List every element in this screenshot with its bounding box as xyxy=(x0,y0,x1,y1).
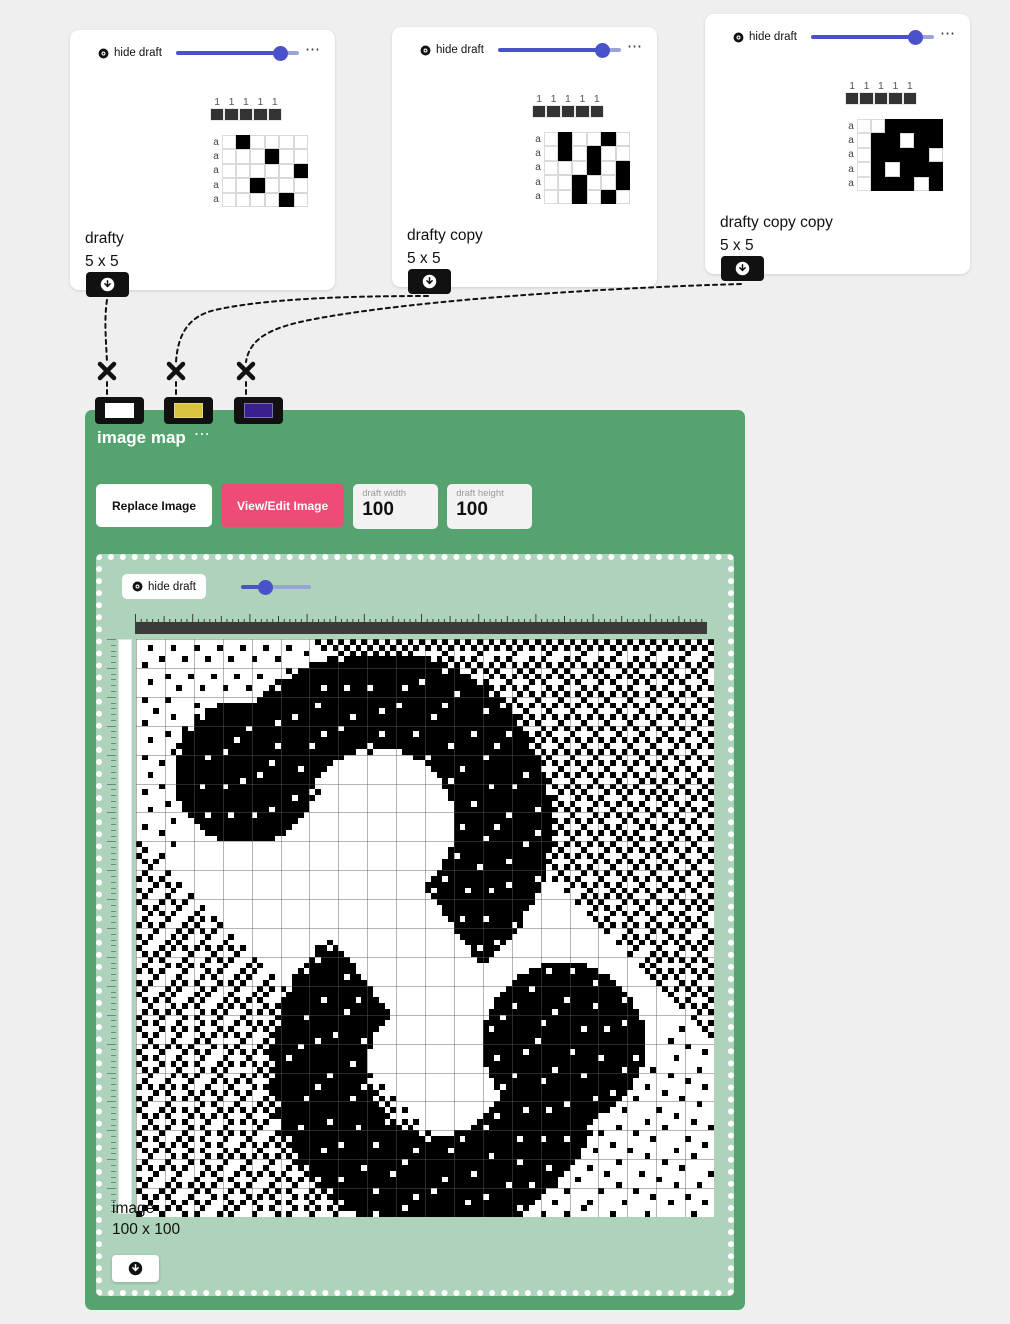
panel-header: image map ⋯ xyxy=(97,426,211,448)
draft-card-drafty[interactable]: hide draft ⋯ 11111 aaaaa drafty 5 x 5 xyxy=(70,30,335,297)
zoom-slider[interactable] xyxy=(497,42,621,58)
image-draft-grid[interactable] xyxy=(136,639,714,1217)
shaft-label-column: aaaaa xyxy=(845,119,871,191)
treadling-column[interactable] xyxy=(106,639,132,1214)
image-size: 100 x 100 xyxy=(112,1221,181,1238)
threading-grid[interactable] xyxy=(558,132,630,204)
hide-draft-label: hide draft xyxy=(749,31,797,43)
hide-draft-toggle[interactable]: hide draft xyxy=(420,44,484,56)
download-button[interactable] xyxy=(408,269,451,294)
card-menu-icon[interactable]: ⋯ xyxy=(627,39,643,56)
card-menu-icon[interactable]: ⋯ xyxy=(305,42,321,59)
tieup-numbers: 11111 xyxy=(536,93,600,105)
tieup-numbers: 11111 xyxy=(849,80,913,92)
draft-diagram: 11111 aaaaa xyxy=(210,96,308,207)
hide-draft-label: hide draft xyxy=(114,47,162,59)
eye-icon xyxy=(733,32,744,42)
view-edit-image-button[interactable]: View/Edit Image xyxy=(221,484,345,527)
image-map-panel: image map ⋯ Replace Image View/Edit Imag… xyxy=(85,410,745,1310)
inner-hide-draft-toggle[interactable]: hide draft xyxy=(122,574,206,599)
shaft-label-column: aaaaa xyxy=(210,135,236,207)
shaft-label-column: aaaaa xyxy=(532,132,558,204)
draft-width-field[interactable]: draft width 100 xyxy=(353,484,439,529)
chip-swatch xyxy=(105,403,134,418)
image-download-button[interactable] xyxy=(112,1255,159,1282)
ruler-ticks xyxy=(135,614,707,622)
threading-grid[interactable] xyxy=(236,135,308,207)
zoom-slider[interactable] xyxy=(175,45,299,61)
hide-draft-toggle[interactable]: hide draft xyxy=(98,47,162,59)
card-toolbar: hide draft ⋯ xyxy=(392,27,657,58)
draft-width-value: 100 xyxy=(362,499,394,520)
inner-hide-draft-label: hide draft xyxy=(148,580,196,593)
draft-card-drafty-copy-copy[interactable]: hide draft ⋯ 11111 aaaaa drafty copy cop… xyxy=(705,14,970,281)
image-name: image xyxy=(112,1200,155,1217)
image-draft-area: hide draft image 100 x 100 xyxy=(96,554,734,1296)
panel-menu-icon[interactable]: ⋯ xyxy=(194,426,211,446)
treadling-cells[interactable] xyxy=(118,639,132,1214)
chip-swatch xyxy=(244,403,273,418)
chip-white[interactable] xyxy=(95,397,144,424)
tieup-numbers: 11111 xyxy=(214,96,278,108)
hide-draft-toggle[interactable]: hide draft xyxy=(733,31,797,43)
warp-ruler xyxy=(135,614,707,634)
chip-purple[interactable] xyxy=(234,397,283,424)
download-button[interactable] xyxy=(86,272,129,297)
card-size: 5 x 5 xyxy=(720,237,754,254)
page-title: image map xyxy=(97,428,186,447)
download-icon xyxy=(735,261,750,276)
chip-yellow[interactable] xyxy=(164,397,213,424)
eye-icon xyxy=(132,581,143,592)
inner-zoom-slider[interactable] xyxy=(241,579,311,595)
panel-toolbar: Replace Image View/Edit Image draft widt… xyxy=(96,484,533,529)
chip-swatch xyxy=(174,403,203,418)
card-name: drafty xyxy=(85,230,124,247)
tieup-row[interactable] xyxy=(845,92,943,105)
draft-height-field[interactable]: draft height 100 xyxy=(447,484,533,529)
eye-icon xyxy=(420,45,431,55)
download-icon xyxy=(422,274,437,289)
zoom-slider[interactable] xyxy=(810,29,934,45)
tieup-row[interactable] xyxy=(210,108,308,121)
card-size: 5 x 5 xyxy=(85,253,119,270)
download-icon xyxy=(100,277,115,292)
treadling-ticks xyxy=(106,639,116,1214)
draft-card-drafty-copy[interactable]: hide draft ⋯ 11111 aaaaa drafty copy 5 x… xyxy=(392,27,657,294)
card-menu-icon[interactable]: ⋯ xyxy=(940,26,956,43)
replace-image-button[interactable]: Replace Image xyxy=(96,484,213,527)
card-toolbar: hide draft ⋯ xyxy=(70,30,335,61)
hide-draft-label: hide draft xyxy=(436,44,484,56)
tieup-row[interactable] xyxy=(532,105,630,118)
draft-width-label: draft width xyxy=(362,488,407,499)
card-name: drafty copy xyxy=(407,227,483,244)
draft-canvas[interactable] xyxy=(136,639,714,1217)
threading-grid[interactable] xyxy=(871,119,943,191)
draft-height-label: draft height xyxy=(456,488,504,499)
draft-diagram: 11111 aaaaa xyxy=(532,93,630,204)
card-toolbar: hide draft ⋯ xyxy=(705,14,970,45)
card-name: drafty copy copy xyxy=(720,214,833,231)
draft-diagram: 11111 aaaaa xyxy=(845,80,943,191)
draft-height-value: 100 xyxy=(456,499,488,520)
eye-icon xyxy=(98,48,109,58)
download-button[interactable] xyxy=(721,256,764,281)
download-icon xyxy=(128,1261,143,1276)
card-size: 5 x 5 xyxy=(407,250,441,267)
